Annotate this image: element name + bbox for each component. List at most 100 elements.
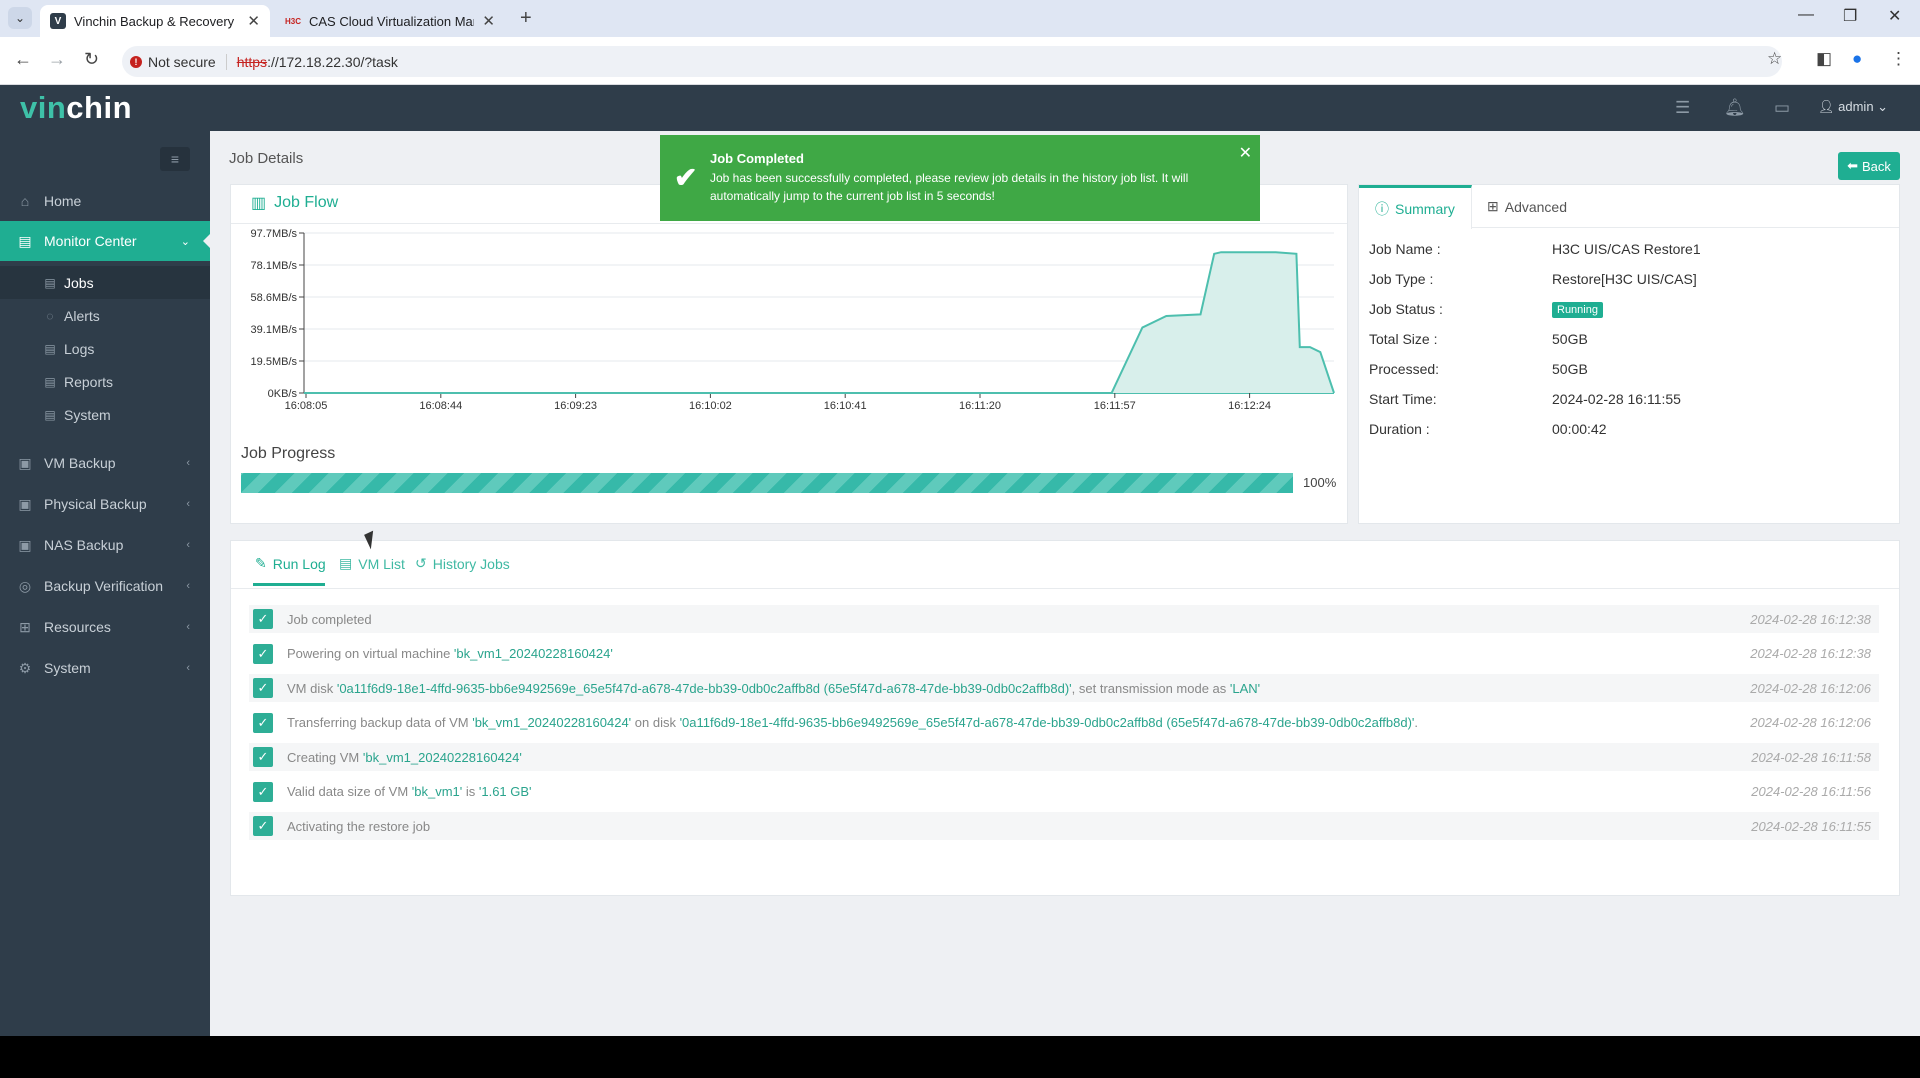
warning-icon: ! xyxy=(130,55,142,68)
chart-icon: ▥ xyxy=(251,195,267,212)
nas-icon: ▣ xyxy=(18,536,32,553)
sidebar-item-label: NAS Backup xyxy=(44,537,124,553)
log-message-part: '1.61 GB' xyxy=(478,784,532,799)
breadcrumb: Job Details xyxy=(229,150,304,167)
edit-icon: ✎ xyxy=(255,555,267,571)
job-flow-title: ▥ Job Flow xyxy=(251,193,338,213)
log-row: ✓ VM disk '0a11f6d9-18e1-4ffd-9635-bb6e94… xyxy=(249,674,1879,702)
task-list-icon[interactable]: ☰ xyxy=(1675,98,1690,118)
x-tick-label: 16:10:41 xyxy=(824,400,867,412)
log-message-part: Powering on virtual machine xyxy=(287,646,454,661)
sidebar-item-nas-backup[interactable]: ▣ NAS Backup ‹ xyxy=(0,525,210,565)
url-text: https://172.18.22.30/?task xyxy=(237,54,398,70)
processed-label: Processed: xyxy=(1369,361,1440,377)
sidebar-item-resources[interactable]: ⊞ Resources ‹ xyxy=(0,607,210,647)
job-completed-toast: ✔ Job Completed Job has been successfull… xyxy=(660,135,1260,221)
sidebar-item-home[interactable]: ⌂ Home xyxy=(0,181,210,221)
log-row: ✓ Powering on virtual machine 'bk_vm1_202… xyxy=(249,639,1879,668)
log-message: Valid data size of VM 'bk_vm1' is '1.61 … xyxy=(287,784,1739,799)
job-status-value: Running xyxy=(1552,300,1603,318)
log-message-part: is xyxy=(462,784,479,799)
new-tab-icon[interactable]: + xyxy=(520,7,532,30)
chevron-left-icon: ‹ xyxy=(186,580,190,592)
log-message-part: Valid data size of VM xyxy=(287,784,412,799)
close-icon[interactable]: ✕ xyxy=(1239,143,1252,163)
job-type-label: Job Type : xyxy=(1369,271,1434,287)
home-icon: ⌂ xyxy=(20,193,30,209)
tab-summary[interactable]: ⓘ Summary xyxy=(1359,185,1472,229)
tab-advanced-label: Advanced xyxy=(1504,198,1568,215)
user-icon: 👤︎ xyxy=(1818,99,1835,114)
reload-icon[interactable]: ↻ xyxy=(84,49,99,70)
sidebar-subitem-alerts[interactable]: ◌ Alerts xyxy=(0,299,210,332)
address-bar[interactable]: ! Not secure https://172.18.22.30/?task xyxy=(122,46,1782,77)
tab-search-icon[interactable]: ⌄ xyxy=(8,7,32,29)
minimize-icon[interactable]: — xyxy=(1798,6,1814,24)
checkbox-checked-icon: ✓ xyxy=(253,747,273,767)
log-message-part: Creating VM xyxy=(287,749,363,765)
tab-run-log[interactable]: ✎ Run Log xyxy=(255,555,326,572)
job-progress-text: 100% xyxy=(1303,475,1337,490)
sidebar-item-vm-backup[interactable]: ▣ VM Backup ‹ xyxy=(0,443,210,483)
log-message-part: , set transmission mode as xyxy=(1071,680,1230,696)
bell-icon[interactable]: 🔔︎ xyxy=(1724,98,1746,118)
sidebar-subitem-system[interactable]: ▤ System xyxy=(0,398,210,431)
checkbox-checked-icon: ✓ xyxy=(253,781,273,802)
start-time-label: Start Time: xyxy=(1369,391,1437,407)
browser-toolbar: ← → ↻ ! Not secure https://172.18.22.30/… xyxy=(0,37,1920,85)
browser-tab-cas[interactable]: H3C CAS Cloud Virtualization Mana ✕ xyxy=(275,5,505,37)
close-tab-icon[interactable]: ✕ xyxy=(482,12,495,30)
log-message: Transferring backup data of VM 'bk_vm1_2… xyxy=(287,715,1739,730)
y-tick-label: 78.1MB/s xyxy=(251,260,298,272)
sidebar-item-physical-backup[interactable]: ▣ Physical Backup ‹ xyxy=(0,484,210,524)
profile-icon[interactable]: ● xyxy=(1852,49,1862,69)
back-button[interactable]: ⬅︎ Back xyxy=(1838,152,1900,180)
sidebar-item-backup-verification[interactable]: ◎ Backup Verification ‹ xyxy=(0,566,210,606)
log-row: ✓ Activating the restore job 2024-02-28 16… xyxy=(249,812,1879,840)
back-arrow-icon[interactable]: ← xyxy=(14,49,32,70)
vinchin-favicon-icon: V xyxy=(50,13,66,29)
log-timestamp: 2024-02-28 16:11:56 xyxy=(1751,784,1871,799)
sidebar-subitem-label: Jobs xyxy=(64,274,94,291)
browser-tab-vinchin[interactable]: V Vinchin Backup & Recovery ✕ xyxy=(40,5,270,37)
log-message: Creating VM 'bk_vm1_20240228160424' xyxy=(287,750,1739,765)
sidebar-item-monitor-center[interactable]: ▤ Monitor Center ⌄ xyxy=(0,221,211,261)
tab-title: Vinchin Backup & Recovery xyxy=(74,13,235,29)
tab-history-jobs[interactable]: ↺ History Jobs xyxy=(415,555,510,572)
sidebar-subitem-reports[interactable]: ▤ Reports xyxy=(0,365,210,398)
tab-advanced[interactable]: ⊞ Advanced xyxy=(1471,185,1583,228)
h3c-favicon-icon: H3C xyxy=(285,16,302,26)
sidebar-subitem-logs[interactable]: ▤ Logs xyxy=(0,332,210,365)
alert-bell-icon: ◌ xyxy=(46,308,54,323)
log-message-part: . xyxy=(1414,715,1419,730)
security-indicator[interactable]: ! Not secure xyxy=(130,53,227,70)
sidebar-item-system[interactable]: ⚙︎ System ‹ xyxy=(0,648,210,688)
total-size-label: Total Size : xyxy=(1369,331,1438,347)
x-tick-label: 16:11:20 xyxy=(959,400,1001,412)
active-tab-indicator xyxy=(253,583,325,586)
job-flow-panel: ▥ Job Flow 0KB/s 19.5MB/s 39.1MB/s 58.6MB/s… xyxy=(230,184,1348,524)
log-timestamp: 2024-02-28 16:12:38 xyxy=(1750,646,1871,661)
user-name: admin xyxy=(1838,99,1874,114)
log-message-part: VM disk xyxy=(287,680,337,696)
bookmark-star-icon[interactable]: ☆ xyxy=(1767,49,1782,69)
side-panel-icon[interactable]: ◧ xyxy=(1816,49,1832,69)
sidebar-item-label: Backup Verification xyxy=(44,578,164,594)
window-close-icon[interactable]: ✕ xyxy=(1888,6,1901,26)
forward-arrow-icon[interactable]: → xyxy=(48,49,66,70)
monitor-screen-icon[interactable]: ▭ xyxy=(1774,98,1790,118)
sidebar: ≡ ⌂ Home ▤ Monitor Center ⌄ ▤ Jobs ◌ Ale… xyxy=(0,131,211,1036)
close-tab-icon[interactable]: ✕ xyxy=(247,12,260,30)
duration-value: 00:00:42 xyxy=(1552,421,1607,437)
restore-icon[interactable]: ❐ xyxy=(1843,6,1857,26)
chevron-left-icon: ‹ xyxy=(186,662,190,674)
user-menu[interactable]: 👤︎ admin ⌄ xyxy=(1818,99,1888,115)
log-message-part: Transferring backup data of VM xyxy=(287,715,473,730)
browser-menu-icon[interactable]: ⋮ xyxy=(1890,49,1907,69)
tab-vm-list[interactable]: ▤ VM List xyxy=(339,555,405,572)
sidebar-subitem-jobs[interactable]: ▤ Jobs xyxy=(0,266,210,299)
job-flow-title-text: Job Flow xyxy=(274,194,339,211)
log-tabs: ✎ Run Log ▤ VM List ↺ History Jobs xyxy=(231,541,1899,589)
info-icon: ⓘ xyxy=(1375,200,1389,217)
sidebar-toggle-icon[interactable]: ≡ xyxy=(160,147,190,171)
